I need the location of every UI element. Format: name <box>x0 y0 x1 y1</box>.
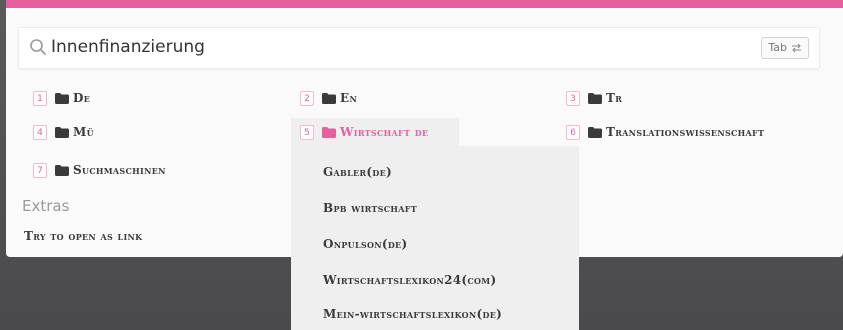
shortcut-number: 4 <box>33 124 47 140</box>
bookmark-item[interactable]: Wirtschaftslexikon24(com) <box>323 270 496 290</box>
shortcut-number: 5 <box>300 124 314 140</box>
search-box[interactable]: Tab <box>18 27 820 69</box>
tab-button-label: Tab <box>768 41 787 54</box>
folder-item-wirtschaft-de[interactable]: 5 Wirtschaft de <box>300 120 428 144</box>
folder-item-suchmaschinen[interactable]: 7 Suchmaschinen <box>33 158 166 182</box>
extras-heading: Extras <box>22 197 70 215</box>
tab-button[interactable]: Tab <box>761 37 809 59</box>
folder-label: Translationswissenschaft <box>606 125 765 139</box>
folder-item-translationswissenschaft[interactable]: 6 Translationswissenschaft <box>566 120 764 144</box>
folder-icon <box>588 92 602 104</box>
folder-label: Mü <box>73 125 94 139</box>
bookmark-item[interactable]: Bpb wirtschaft <box>323 198 417 218</box>
folder-label: Wirtschaft de <box>340 125 429 139</box>
folder-item-tr[interactable]: 3 Tr <box>566 86 622 110</box>
bookmark-item[interactable]: Gabler(de) <box>323 162 392 182</box>
tab-arrows-icon <box>792 43 801 53</box>
try-open-as-link[interactable]: Try to open as link <box>24 229 142 243</box>
folder-icon <box>55 164 69 176</box>
folder-icon <box>55 92 69 104</box>
shortcut-number: 7 <box>33 162 47 178</box>
folder-label: Tr <box>606 91 623 105</box>
folder-item-en[interactable]: 2 En <box>300 86 357 110</box>
folder-item-de[interactable]: 1 De <box>33 86 90 110</box>
shortcut-number: 6 <box>566 124 580 140</box>
shortcut-number: 3 <box>566 90 580 106</box>
folder-icon <box>322 126 336 138</box>
folder-label: De <box>73 91 91 105</box>
shortcut-number: 2 <box>300 90 314 106</box>
folder-icon <box>55 126 69 138</box>
bookmark-item[interactable]: Mein-wirtschaftslexikon(de) <box>323 304 502 324</box>
folder-item-mu[interactable]: 4 Mü <box>33 120 94 144</box>
folder-label: En <box>340 91 358 105</box>
folder-icon <box>322 92 336 104</box>
folder-submenu: Gabler(de) Bpb wirtschaft Onpulson(de) W… <box>291 146 579 330</box>
search-input[interactable] <box>51 35 711 59</box>
bookmark-item[interactable]: Onpulson(de) <box>323 234 407 254</box>
search-icon <box>30 39 46 55</box>
folder-label: Suchmaschinen <box>73 163 166 177</box>
folder-icon <box>588 126 602 138</box>
shortcut-number: 1 <box>33 90 47 106</box>
accent-top-bar <box>6 0 843 8</box>
